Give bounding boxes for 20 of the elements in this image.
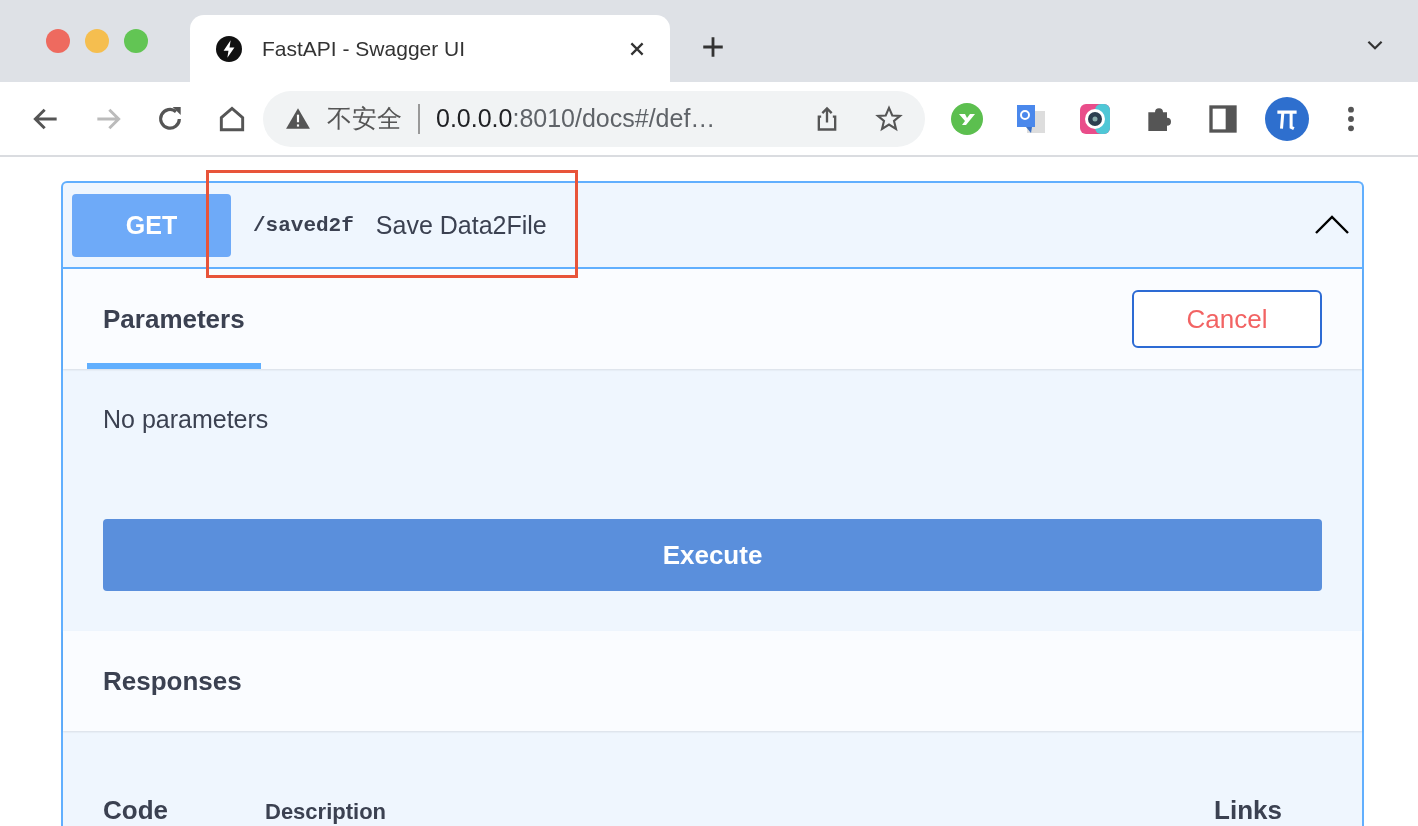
responses-heading: Responses: [103, 665, 242, 697]
parameters-tab[interactable]: Parameters: [87, 269, 261, 369]
url-text[interactable]: 0.0.0.0:8010/docs#/def…: [436, 104, 716, 133]
chevron-up-icon[interactable]: [1314, 215, 1350, 235]
column-header: Links: [1214, 795, 1282, 826]
security-label: 不安全: [327, 103, 402, 134]
lightning-bolt-icon: [216, 35, 242, 62]
method-badge: GET: [72, 193, 231, 257]
empty-parameters-text: No parameters: [103, 403, 270, 435]
new-tab-icon[interactable]: [700, 34, 726, 60]
browser-tab[interactable]: FastAPI - Swagger UI: [190, 15, 670, 82]
profile-avatar[interactable]: [1265, 96, 1309, 141]
column-header: Description: [265, 799, 388, 825]
endpoint-summary: Save Data2File: [375, 210, 547, 240]
address-bar[interactable]: 不安全 0.0.0.0:8010/docs#/def…: [263, 90, 925, 147]
star-icon[interactable]: [875, 104, 903, 133]
endpoint-path: /saved2f: [253, 213, 354, 237]
column-header: Code: [103, 795, 168, 826]
side-panel-icon[interactable]: [1207, 102, 1239, 135]
camera-icon[interactable]: [1079, 102, 1111, 135]
